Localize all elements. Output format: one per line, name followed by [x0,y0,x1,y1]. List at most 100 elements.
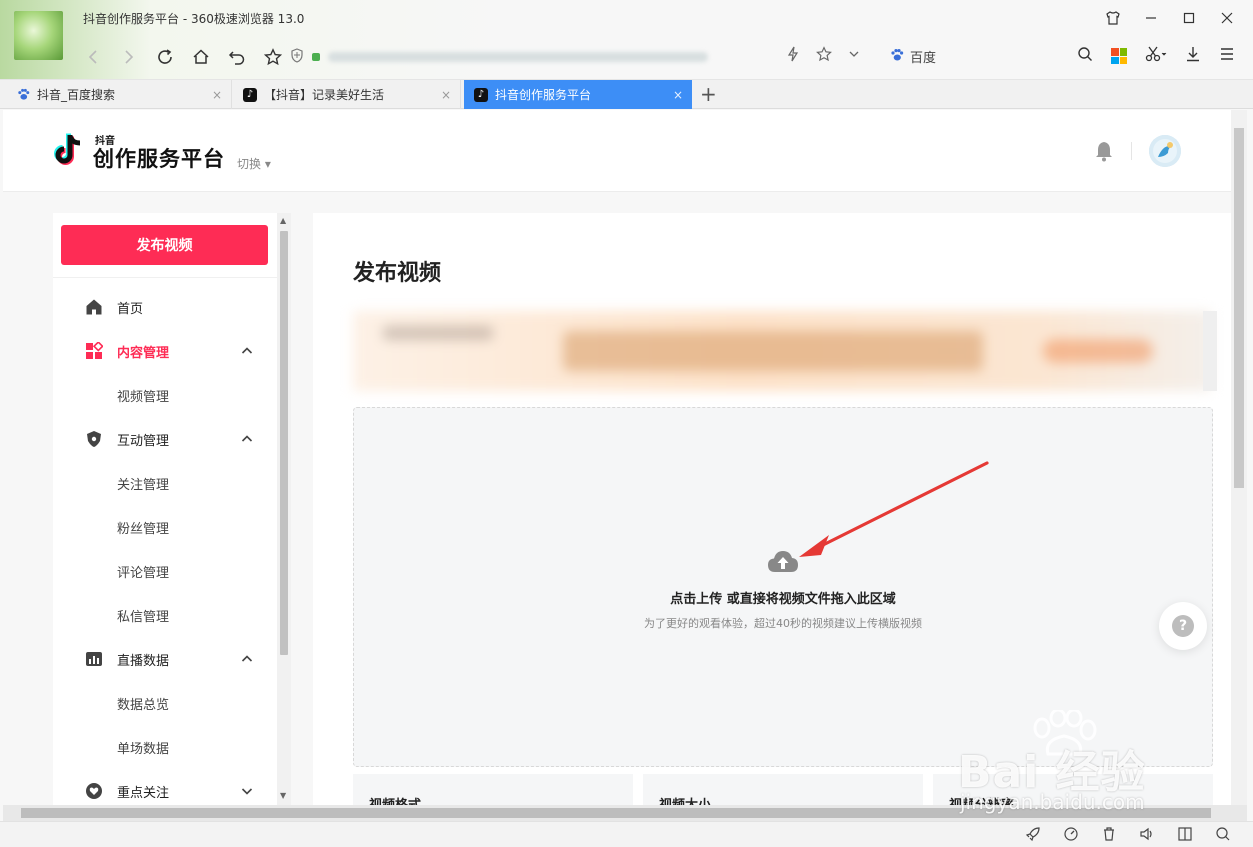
sidebar-item-home[interactable]: 首页 [53,285,277,329]
secure-lock-icon [312,53,320,61]
baidu-paw-icon [890,48,904,66]
sidebar-scroll-thumb[interactable] [280,231,288,655]
interaction-shield-icon [87,431,101,447]
close-icon[interactable] [1215,8,1239,28]
apps-grid-icon[interactable] [1111,48,1127,64]
banner-headline-blur [563,331,983,371]
home-icon[interactable] [188,44,214,70]
screenshot-scissors-icon[interactable] [1145,46,1167,66]
chevron-down-icon[interactable] [848,48,860,64]
video-upload-dropzone[interactable]: 点击上传 或直接将视频文件拖入此区域 为了更好的观看体验，超过40秒的视频建议上… [353,407,1213,767]
notification-bell-icon[interactable] [1094,140,1114,162]
cloud-upload-icon[interactable] [766,548,800,574]
tab-douyin-home[interactable]: ♪ 【抖音】记录美好生活 × [233,80,461,109]
undo-close-icon[interactable] [224,44,250,70]
site-header: 抖音 创作服务平台 切换 ▾ [3,110,1231,192]
trash-icon[interactable] [1101,826,1117,846]
search-icon[interactable] [1077,46,1093,66]
favorite-star-icon[interactable] [816,46,832,66]
search-engine-selector[interactable]: 百度 [890,47,936,66]
sidebar-item-label: 粉丝管理 [117,521,170,537]
speed-mode-icon[interactable] [786,46,800,66]
browser-status-bar [0,821,1253,847]
sidebar-item-comment-management[interactable]: 评论管理 [53,549,277,593]
maximize-icon[interactable] [1177,8,1201,28]
promo-banner[interactable] [353,311,1211,391]
heart-circle-icon [86,783,102,799]
speed-dial-icon[interactable] [1063,826,1079,846]
header-divider [1131,142,1132,160]
sidebar-item-message-management[interactable]: 私信管理 [53,593,277,637]
chevron-up-icon[interactable] [241,345,253,357]
tab-label: 抖音创作服务平台 [495,88,592,102]
sidebar-item-label: 私信管理 [117,609,170,625]
page-horizontal-scrollbar[interactable] [3,805,1247,821]
help-button[interactable]: ? [1159,602,1207,650]
info-card-title: 视频大小 [659,794,711,805]
sidebar-item-label: 内容管理 [117,345,170,361]
tab-strip: 抖音_百度搜索 × ♪ 【抖音】记录美好生活 × ♪ 抖音创作服务平台 × [0,80,1253,109]
tab-close-icon[interactable]: × [673,88,683,102]
switch-platform-link[interactable]: 切换 ▾ [237,155,271,172]
window-layout-icon[interactable] [1177,826,1193,846]
chevron-up-icon[interactable] [241,433,253,445]
douyin-logo-icon[interactable] [53,132,85,168]
page-scroll-thumb[interactable] [1234,128,1244,488]
rocket-icon[interactable] [1025,826,1041,846]
window-controls [1101,8,1239,28]
bookmark-star-icon[interactable] [260,44,286,70]
status-bar-tools [1025,826,1231,846]
sidebar-nav: 发布视频 首页 内容管理 视频管理 互动管理 关注管理 粉丝管理 评论管理 私信… [53,213,277,805]
horizontal-scroll-thumb[interactable] [21,808,1211,818]
address-bar[interactable] [290,44,870,70]
new-tab-button[interactable]: + [700,82,717,106]
tab-creator-platform[interactable]: ♪ 抖音创作服务平台 × [464,80,692,109]
tab-baidu-search[interactable]: 抖音_百度搜索 × [6,80,232,109]
publish-video-button[interactable]: 发布视频 [61,225,268,265]
sidebar-item-label: 单场数据 [117,741,170,757]
volume-icon[interactable] [1139,826,1155,846]
sidebar-divider [53,277,277,278]
browser-tools [1077,46,1235,66]
upload-title: 点击上传 或直接将视频文件拖入此区域 [670,592,896,607]
sidebar-item-content-management[interactable]: 内容管理 [53,329,277,373]
sidebar-item-single-session-data[interactable]: 单场数据 [53,725,277,769]
sidebar-scrollbar[interactable]: ▲ ▼ [277,213,291,805]
sidebar-item-follow-management[interactable]: 关注管理 [53,461,277,505]
download-icon[interactable] [1185,46,1201,66]
sidebar-item-label: 互动管理 [117,433,170,449]
sidebar-item-label: 首页 [117,301,144,317]
user-avatar[interactable] [1149,135,1181,167]
minimize-icon[interactable] [1139,8,1163,28]
navigation-buttons [80,44,286,70]
info-card-video-size: 视频大小 [643,774,923,805]
sidebar-item-label: 重点关注 [117,785,170,801]
info-card-title: 视频格式 [369,794,421,805]
page-vertical-scrollbar[interactable] [1231,110,1247,805]
tab-close-icon[interactable]: × [212,88,222,102]
banner-cta-blur [1043,339,1153,363]
sidebar-item-video-management[interactable]: 视频管理 [53,373,277,417]
tab-close-icon[interactable]: × [441,88,451,102]
back-icon[interactable] [80,44,106,70]
scroll-up-icon[interactable]: ▲ [280,216,286,225]
sidebar-item-interaction-management[interactable]: 互动管理 [53,417,277,461]
sidebar-item-key-focus[interactable]: 重点关注 [53,769,277,805]
chevron-down-icon[interactable] [241,785,253,797]
refresh-icon[interactable] [152,44,178,70]
security-shield-icon[interactable] [290,47,304,67]
forward-icon[interactable] [116,44,142,70]
content-grid-icon [86,342,103,359]
menu-icon[interactable] [1219,46,1235,66]
skin-icon[interactable] [1101,8,1125,28]
info-card-video-format: 视频格式 [353,774,633,805]
scroll-down-icon[interactable]: ▼ [280,791,286,800]
sidebar-item-label: 评论管理 [117,565,170,581]
sidebar-item-data-overview[interactable]: 数据总览 [53,681,277,725]
sidebar-item-fans-management[interactable]: 粉丝管理 [53,505,277,549]
zoom-icon[interactable] [1215,826,1231,846]
sidebar-item-live-data[interactable]: 直播数据 [53,637,277,681]
help-question-icon: ? [1172,615,1194,637]
banner-scrollbar[interactable] [1203,311,1217,391]
chevron-up-icon[interactable] [241,653,253,665]
